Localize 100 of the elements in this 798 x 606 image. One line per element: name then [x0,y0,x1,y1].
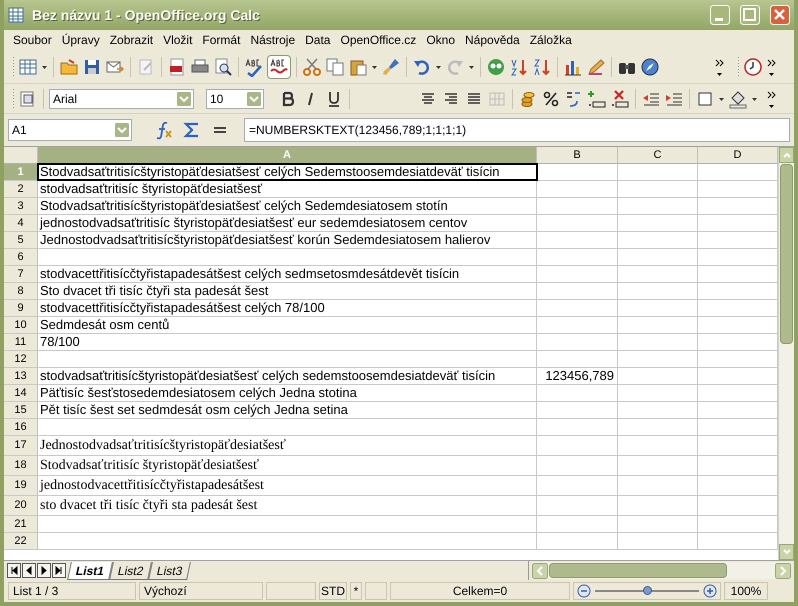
row-header[interactable]: 20 [4,496,38,515]
scissors-icon[interactable] [302,56,322,76]
add-decimal-icon[interactable] [587,88,607,108]
menu-item[interactable]: Data [300,31,336,49]
row-header[interactable]: 6 [4,249,38,265]
row-header[interactable]: 14 [4,385,38,401]
row-header[interactable]: 17 [4,436,38,455]
row-header[interactable]: 13 [4,368,38,384]
table-cell[interactable]: 78/100 [38,334,537,350]
toolbar-grip-icon [12,56,15,78]
compass-icon[interactable] [640,56,660,76]
row-header[interactable]: 12 [4,351,38,367]
first-sheet-button[interactable] [7,563,21,578]
row-header[interactable]: 10 [4,317,38,333]
sheet-tab[interactable]: List2 [109,562,152,580]
previous-sheet-button[interactable] [22,563,36,578]
table-cell[interactable]: Stodvadsaťtritisícštyristopäťdesiatšesť celých Sedemstoosemdesiatdeväť tisícin [38,164,537,180]
row-header[interactable]: 22 [4,533,38,549]
percent-icon[interactable] [541,88,561,108]
toolbar-grip-icon [737,56,740,78]
menu-item[interactable]: Soubor [8,31,57,49]
row-header[interactable]: 5 [4,232,38,248]
table-cell[interactable]: Jednostodvadsaťtritisícštyristopäťdesiatšesť [38,436,537,455]
vertical-scrollbar[interactable] [778,147,794,560]
clock-icon[interactable] [743,56,763,76]
table-cell[interactable]: 123456,789 [537,368,618,384]
menu-item[interactable]: Okno [421,31,460,49]
table-cell[interactable]: stodvacettřitisícčtyřistapadesátšest celých sedmsetosmdesátdevět tisícin [38,266,537,282]
row-header[interactable]: 21 [4,516,38,532]
menu-item[interactable]: Zobrazit [104,31,158,49]
table-cell[interactable]: Sto dvacet tři tisíc čtyři sta padesát šest [38,283,537,299]
row-header[interactable]: 16 [4,419,38,435]
spreadsheet-icon[interactable] [18,56,38,76]
menu-item[interactable]: Nástroje [245,31,300,49]
menu-item[interactable]: Úpravy [56,31,105,49]
copy-icon[interactable] [325,56,345,76]
row-header[interactable]: 2 [4,181,38,197]
font-size-field[interactable]: 10 [206,88,264,108]
scroll-left-button[interactable] [532,562,548,578]
row-header[interactable]: 4 [4,215,38,231]
table-cell[interactable]: Stodvadsaťtritisícštyristopäťdesiatšesť celých Sedemdesiatosem stotín [38,198,537,214]
table-cell[interactable]: stodvacettřitisícčtyřistapadesátšest celých 78/100 [38,300,537,316]
next-sheet-button[interactable] [37,563,51,578]
table-cell[interactable]: jednostodvacettřitisícčtyřistapadesátšest [38,476,537,495]
chevron-up-icon [782,152,790,158]
table-cell[interactable]: Jednostodvadsaťtritisícštyristopäťdesiatšesť korún Sedemdesiatosem halierov [38,232,537,248]
table-cell[interactable]: stodvadsaťtritisícštyristopäťdesiatšesť celých sedemstoosemdesiatdeväť tisícin [38,368,537,384]
left-arrow-icon [24,565,34,576]
table-cell[interactable]: jednostodvadsaťtritisíc štyristopäťdesiatšesť eur sedemdesiatosem centov [38,215,537,231]
scroll-thumb[interactable] [549,563,727,578]
row-header[interactable]: 8 [4,283,38,299]
menu-item[interactable]: Formát [197,31,246,49]
close-button[interactable] [770,5,790,25]
brush-icon[interactable] [381,56,401,76]
table-cell[interactable]: stodvadsaťtritisíc štyristopäťdesiatšesť [38,181,537,197]
row-header[interactable]: 3 [4,198,38,214]
table-cell[interactable]: sto dvacet tři tisíc čtyři sta padesát šest [38,496,537,515]
sort-descending-icon[interactable] [532,56,552,76]
navigator-icon[interactable] [486,56,506,76]
scroll-thumb[interactable] [780,164,793,344]
scroll-up-button[interactable] [779,147,794,163]
column-header[interactable]: D [698,147,778,163]
row-header[interactable]: 18 [4,456,38,475]
table-cell[interactable]: Pět tisíc šest set sedmdesát osm celých Jedna setina [38,402,537,418]
name-box[interactable]: A1 [8,119,132,141]
slider-thumb[interactable] [643,586,652,595]
autospell-button[interactable] [267,54,291,78]
paint-bucket-icon[interactable] [728,88,748,108]
font-name-field[interactable]: Arial [49,88,194,108]
formula-input[interactable]: =NUMBERSKTEXT(123456,789;1;1;1;1) [244,118,790,142]
toolbar-grip-icon [12,88,15,110]
folder-icon[interactable] [59,56,79,76]
menu-item[interactable]: Nápověda [460,31,525,49]
status-field: Výchozí [139,582,263,600]
horizontal-scrollbar[interactable] [532,562,791,579]
scroll-down-button[interactable] [779,544,794,560]
pencil-icon[interactable] [586,56,606,76]
spellcheck-icon[interactable] [244,56,264,76]
row-header[interactable]: 15 [4,402,38,418]
sheet-tab[interactable]: List1 [67,562,113,580]
sheet-tab[interactable]: List3 [148,562,192,580]
column-header[interactable]: B [537,147,618,163]
row-header[interactable]: 7 [4,266,38,282]
delete-decimal-icon[interactable] [610,88,630,108]
table-cell[interactable]: Sedmdesát osm centů [38,317,537,333]
print-preview-icon[interactable] [213,56,233,76]
zoom-in-icon[interactable] [703,584,717,598]
row-header[interactable]: 9 [4,300,38,316]
menu-item[interactable]: Vložit [158,31,198,49]
status-panel [266,582,316,600]
table-cell[interactable]: Päťtisíc šesťstosedemdesiatosem celých Jedna stotina [38,385,537,401]
zoom-out-icon[interactable] [577,584,591,598]
row-header[interactable]: 19 [4,476,38,495]
last-sheet-button[interactable] [52,563,66,578]
menu-item[interactable]: Záložka [524,31,577,49]
row-header[interactable]: 11 [4,334,38,350]
menu-item[interactable]: OpenOffice.cz [335,31,422,49]
column-header[interactable]: C [618,147,698,163]
scroll-right-button[interactable] [775,562,791,578]
table-cell[interactable]: Stodvadsaťtritisíc štyristopäťdesiatšesť [38,456,537,475]
